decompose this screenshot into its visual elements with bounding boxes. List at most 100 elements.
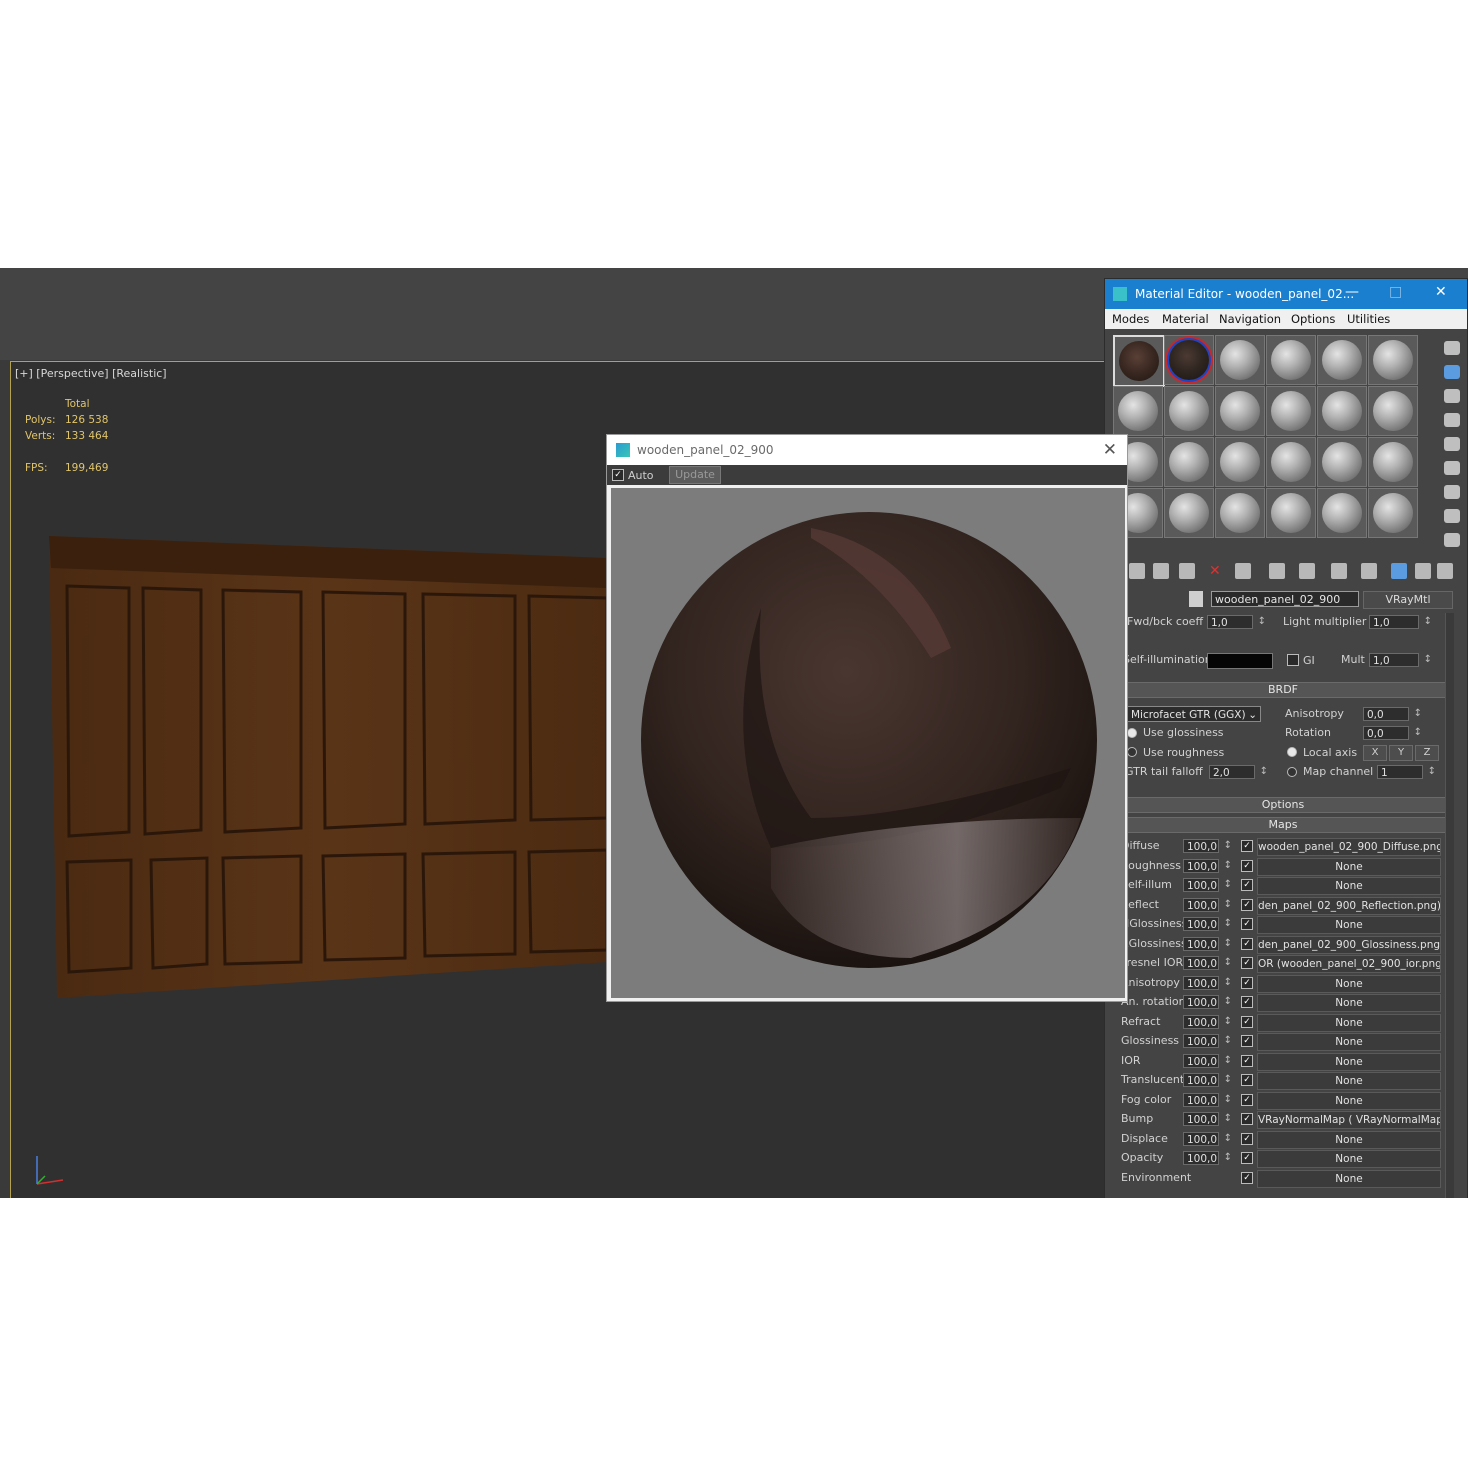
map-enable-checkbox[interactable]: ✓: [1241, 1035, 1253, 1047]
material-slot[interactable]: [1113, 335, 1165, 387]
update-button[interactable]: Update: [669, 466, 721, 484]
map-enable-checkbox[interactable]: ✓: [1241, 1132, 1253, 1145]
map-slot-button[interactable]: None: [1257, 1091, 1441, 1110]
map-enable-checkbox[interactable]: ✓: [1241, 879, 1253, 891]
map-enable-checkbox[interactable]: ✓: [1241, 976, 1253, 989]
use-glossiness-radio[interactable]: [1127, 728, 1137, 738]
reset-map-icon[interactable]: ✕: [1209, 563, 1225, 579]
background-checker-icon[interactable]: [1444, 389, 1460, 403]
map-slot-button[interactable]: None: [1257, 877, 1441, 895]
map-slot-button[interactable]: None: [1257, 994, 1441, 1012]
backlight-icon[interactable]: [1444, 365, 1460, 379]
material-editor-titlebar[interactable]: Material Editor - wooden_panel_02... — □…: [1105, 279, 1467, 309]
material-slot[interactable]: [1266, 386, 1316, 436]
map-enable-checkbox[interactable]: ✓: [1241, 957, 1253, 969]
go-to-parent-icon[interactable]: [1415, 563, 1431, 579]
video-color-check-icon[interactable]: [1444, 437, 1460, 451]
map-amount-spinner[interactable]: 100,0: [1183, 858, 1232, 873]
show-end-result-icon[interactable]: [1391, 563, 1407, 579]
map-amount-spinner[interactable]: 100,0: [1183, 897, 1232, 912]
map-amount-spinner[interactable]: 100,0: [1183, 1073, 1232, 1087]
map-slot-button[interactable]: None: [1257, 1033, 1441, 1051]
material-slot[interactable]: [1164, 335, 1214, 385]
material-slot[interactable]: [1317, 386, 1367, 436]
map-channel-radio[interactable]: [1287, 767, 1297, 777]
make-preview-icon[interactable]: [1444, 461, 1460, 475]
material-slot[interactable]: [1266, 488, 1316, 538]
material-type-button[interactable]: VRayMtl: [1363, 591, 1453, 609]
map-amount-spinner[interactable]: 100,0: [1183, 995, 1232, 1009]
put-to-scene-icon[interactable]: [1153, 563, 1169, 579]
map-amount-spinner[interactable]: 100,0: [1183, 975, 1232, 990]
material-slot[interactable]: [1164, 437, 1214, 487]
scrollbar[interactable]: [1445, 613, 1454, 1198]
material-slot[interactable]: [1164, 488, 1214, 538]
map-slot-button[interactable]: None: [1257, 916, 1441, 934]
assign-to-selection-icon[interactable]: [1179, 563, 1195, 579]
material-name-field[interactable]: wooden_panel_02_900: [1211, 591, 1359, 607]
close-icon[interactable]: ✕: [1103, 440, 1117, 460]
map-slot-button[interactable]: None: [1257, 857, 1441, 876]
make-unique-icon[interactable]: [1269, 563, 1285, 579]
map-amount-spinner[interactable]: 100,0: [1183, 1112, 1232, 1126]
map-slot-button[interactable]: None: [1257, 1072, 1441, 1090]
rotation-spinner[interactable]: 0,0: [1363, 726, 1422, 740]
material-slot[interactable]: [1368, 437, 1418, 487]
map-enable-checkbox[interactable]: ✓: [1241, 1054, 1253, 1067]
map-channel-spinner[interactable]: 1: [1377, 765, 1436, 779]
map-slot-button[interactable]: None: [1257, 1052, 1441, 1071]
light-multiplier-spinner[interactable]: 1,0: [1369, 615, 1432, 629]
axis-y-button[interactable]: Y: [1389, 745, 1413, 761]
maximize-icon[interactable]: □: [1389, 284, 1402, 300]
map-slot-button[interactable]: wooden_panel_02_900_Diffuse.png): [1257, 838, 1441, 856]
menu-modes[interactable]: Modes: [1112, 312, 1149, 326]
gtr-tail-falloff-spinner[interactable]: 2,0: [1209, 765, 1268, 779]
map-amount-spinner[interactable]: 100,0: [1183, 1014, 1232, 1029]
material-slot[interactable]: [1215, 335, 1265, 385]
material-slot[interactable]: [1164, 386, 1214, 436]
show-shaded-map-icon[interactable]: [1361, 563, 1377, 579]
map-slot-button[interactable]: None: [1257, 1150, 1441, 1168]
map-amount-spinner[interactable]: 100,0: [1183, 1131, 1232, 1146]
map-amount-spinner[interactable]: 100,0: [1183, 1092, 1232, 1107]
use-roughness-radio[interactable]: [1127, 747, 1137, 757]
map-slot-button[interactable]: None: [1257, 974, 1441, 993]
options-rollout-header[interactable]: Options: [1119, 797, 1447, 813]
map-enable-checkbox[interactable]: ✓: [1241, 1171, 1253, 1184]
map-enable-checkbox[interactable]: ✓: [1241, 1152, 1253, 1164]
material-slot[interactable]: [1215, 437, 1265, 487]
material-slot[interactable]: [1368, 335, 1418, 385]
mult-spinner[interactable]: 1,0: [1369, 653, 1432, 667]
material-editor-window[interactable]: Material Editor - wooden_panel_02... — □…: [1104, 278, 1468, 1198]
material-slot[interactable]: [1215, 488, 1265, 538]
go-forward-sibling-icon[interactable]: [1437, 563, 1453, 579]
material-slot[interactable]: [1368, 488, 1418, 538]
material-slot[interactable]: [1266, 437, 1316, 487]
map-amount-spinner[interactable]: 100,0: [1183, 1034, 1232, 1048]
brdf-rollout-header[interactable]: BRDF: [1119, 682, 1447, 698]
map-amount-spinner[interactable]: 100,0: [1183, 878, 1232, 892]
menu-options[interactable]: Options: [1291, 312, 1335, 326]
map-amount-spinner[interactable]: 100,0: [1183, 936, 1232, 951]
brdf-type-dropdown[interactable]: Microfacet GTR (GGX) ⌄: [1127, 706, 1261, 722]
map-slot-button[interactable]: None: [1257, 1013, 1441, 1032]
minimize-icon[interactable]: —: [1345, 284, 1359, 300]
options-icon[interactable]: [1444, 485, 1460, 499]
self-illumination-color-swatch[interactable]: [1207, 653, 1273, 669]
map-slot-button[interactable]: None: [1257, 1130, 1441, 1149]
material-id-channel-icon[interactable]: [1331, 563, 1347, 579]
preview-titlebar[interactable]: wooden_panel_02_900 ✕: [607, 435, 1127, 465]
map-enable-checkbox[interactable]: ✓: [1241, 937, 1253, 950]
put-to-library-icon[interactable]: [1299, 563, 1315, 579]
menu-utilities[interactable]: Utilities: [1347, 312, 1390, 326]
map-enable-checkbox[interactable]: ✓: [1241, 859, 1253, 872]
get-material-icon[interactable]: [1129, 563, 1145, 579]
map-amount-spinner[interactable]: 100,0: [1183, 1151, 1232, 1165]
maps-rollout-header[interactable]: Maps: [1119, 817, 1447, 833]
menu-navigation[interactable]: Navigation: [1219, 312, 1281, 326]
map-amount-spinner[interactable]: 100,0: [1183, 839, 1232, 853]
map-enable-checkbox[interactable]: ✓: [1241, 1093, 1253, 1106]
anisotropy-spinner[interactable]: 0,0: [1363, 707, 1422, 721]
material-slot[interactable]: [1215, 386, 1265, 436]
map-enable-checkbox[interactable]: ✓: [1241, 840, 1253, 852]
